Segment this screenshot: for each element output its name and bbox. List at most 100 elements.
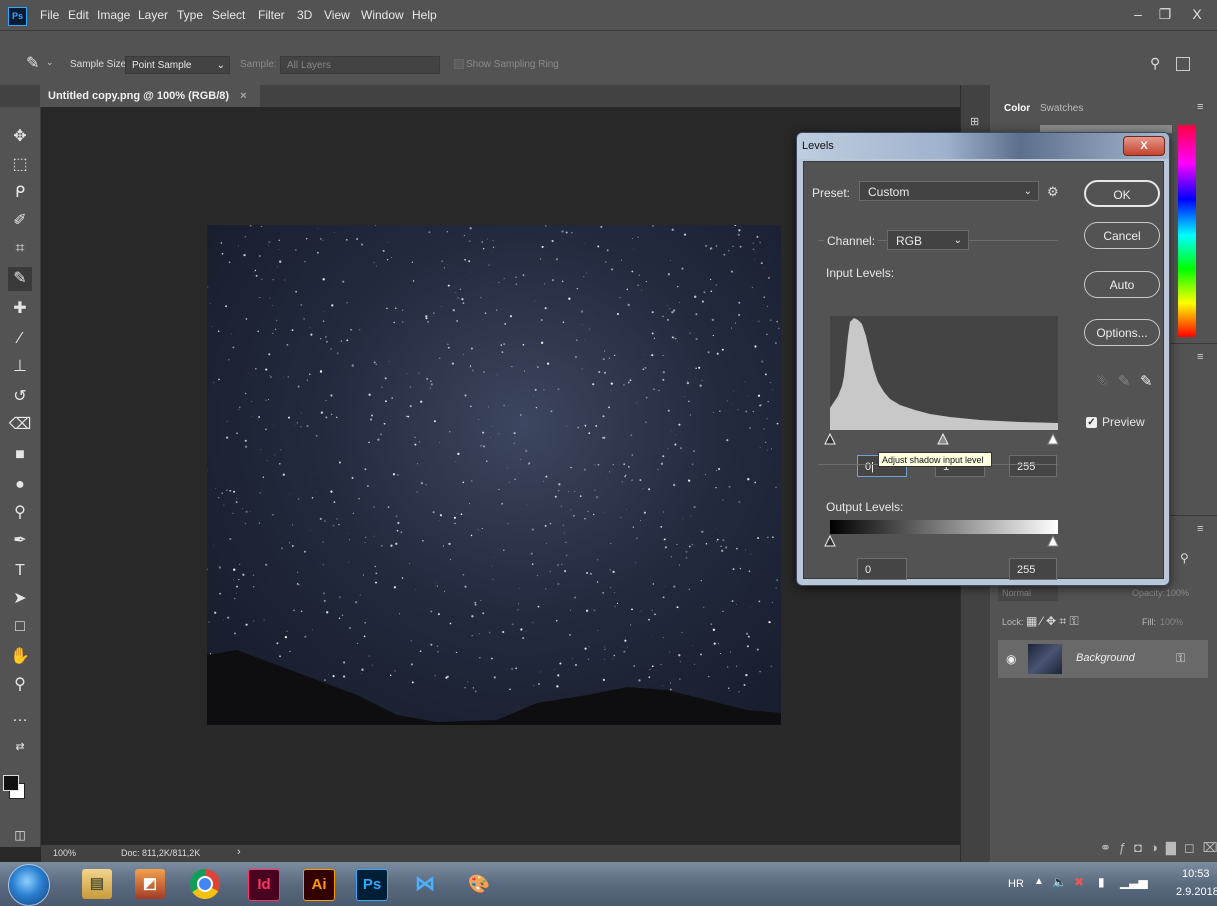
menu-layer[interactable]: Layer <box>138 8 168 22</box>
panel-menu-icon[interactable]: ≡ <box>1197 351 1203 363</box>
brush-tool-icon[interactable]: ⁄ <box>8 327 32 351</box>
tab-color[interactable]: Color <box>1004 103 1030 114</box>
menu-view[interactable]: View <box>324 8 350 22</box>
language-indicator[interactable]: HR <box>1008 878 1024 890</box>
dodge-tool-icon[interactable]: ⚲ <box>8 501 32 525</box>
notification-icon[interactable]: ✖ <box>1074 875 1084 889</box>
lock-icons[interactable]: ▦ ⁄ ✥ ⌗ ⚿ <box>1026 614 1079 629</box>
fill-value[interactable]: 100% <box>1160 617 1183 627</box>
output-highlight-field[interactable]: 255 <box>1009 558 1057 580</box>
crop-tool-icon[interactable]: ⌗ <box>8 237 32 261</box>
show-hidden-icons-icon[interactable]: ▲ <box>1034 876 1044 887</box>
power-icon[interactable]: ▮ <box>1098 875 1105 889</box>
swap-colors-icon[interactable]: ⇄ <box>8 735 32 759</box>
auto-button[interactable]: Auto <box>1084 271 1160 298</box>
color-spectrum-bar[interactable] <box>1178 125 1196 337</box>
menu-window[interactable]: Window <box>361 8 404 22</box>
cancel-button[interactable]: Cancel <box>1084 222 1160 249</box>
chevron-right-icon[interactable]: › <box>237 846 241 858</box>
sample-size-select[interactable]: Point Sample ⌄ <box>125 56 230 74</box>
layer-name[interactable]: Background <box>1076 652 1135 664</box>
layer-actions-icons[interactable]: ⚭ƒ◘◑▇◻⌧ <box>1100 840 1217 856</box>
gradient-tool-icon[interactable]: ■ <box>8 443 32 467</box>
white-point-eyedropper-icon[interactable]: ✎ <box>1140 372 1153 390</box>
history-panel-icon[interactable]: ⊞ <box>970 115 979 128</box>
visual-studio-icon[interactable]: ⋈ <box>410 869 440 899</box>
foreground-color-swatch[interactable] <box>3 775 19 791</box>
sampling-ring-checkbox[interactable] <box>454 59 464 69</box>
levels-dialog-title[interactable]: Levels <box>797 133 1169 159</box>
midtone-input-slider[interactable] <box>937 432 949 445</box>
path-selection-tool-icon[interactable]: ➤ <box>8 587 32 611</box>
visibility-eye-icon[interactable]: ◉ <box>1006 652 1016 666</box>
menu-help[interactable]: Help <box>412 8 437 22</box>
minimize-button[interactable]: – <box>1125 4 1151 24</box>
history-brush-tool-icon[interactable]: ↺ <box>8 385 32 409</box>
highlight-output-slider[interactable] <box>1047 534 1059 547</box>
input-highlight-field[interactable]: 255 <box>1009 455 1057 477</box>
menu-select[interactable]: Select <box>212 8 245 22</box>
menu-file[interactable]: File <box>40 8 59 22</box>
chevron-down-icon[interactable]: ⌄ <box>46 57 54 68</box>
sample-select[interactable]: All Layers <box>280 56 440 74</box>
media-app-icon[interactable]: ◩ <box>135 869 165 899</box>
quick-mask-icon[interactable]: ◫ <box>8 823 32 847</box>
zoom-level[interactable]: 100% <box>53 848 76 858</box>
rectangle-tool-icon[interactable]: □ <box>8 615 32 639</box>
blend-mode-select[interactable]: Normal <box>998 585 1058 601</box>
clock-date[interactable]: 2.9.2018. <box>1176 886 1217 898</box>
search-icon[interactable]: ⚲ <box>1150 55 1160 72</box>
more-tools-icon[interactable]: … <box>8 705 32 729</box>
panel-menu-icon[interactable]: ≡ <box>1197 523 1203 535</box>
preview-checkbox[interactable]: ✓ <box>1086 417 1097 428</box>
black-point-eyedropper-icon[interactable]: ✎ <box>1096 372 1109 390</box>
file-explorer-icon[interactable]: ▤ <box>82 869 112 899</box>
windows-start-button[interactable] <box>8 864 50 906</box>
preset-options-gear-icon[interactable]: ⚙ <box>1047 184 1059 200</box>
move-tool-icon[interactable]: ✥ <box>8 125 32 149</box>
opacity-value[interactable]: 100% <box>1166 588 1189 598</box>
menu-3d[interactable]: 3D <box>297 8 312 22</box>
close-window-button[interactable]: X <box>1184 4 1210 24</box>
gray-point-eyedropper-icon[interactable]: ✎ <box>1118 372 1131 390</box>
tab-swatches[interactable]: Swatches <box>1040 103 1083 114</box>
menu-type[interactable]: Type <box>177 8 203 22</box>
indesign-icon[interactable]: Id <box>248 869 280 901</box>
tab-close-icon[interactable]: × <box>240 90 246 102</box>
clock-time[interactable]: 10:53 <box>1182 868 1210 880</box>
paint-icon[interactable]: 🎨 <box>464 869 494 899</box>
workspace-icon[interactable] <box>1176 57 1190 71</box>
photoshop-taskbar-icon[interactable]: Ps <box>356 869 388 901</box>
lasso-tool-icon[interactable]: ᑭ <box>8 181 32 205</box>
layer-filter-icon[interactable]: ⚲ <box>1180 551 1189 565</box>
eraser-tool-icon[interactable]: ⌫ <box>8 413 32 437</box>
eyedropper-tool-icon[interactable]: ✎ <box>8 267 32 291</box>
zoom-tool-icon[interactable]: ⚲ <box>8 673 32 697</box>
hand-tool-icon[interactable]: ✋ <box>8 645 32 669</box>
clone-stamp-tool-icon[interactable]: ⊥ <box>8 355 32 379</box>
preset-select[interactable]: Custom ⌄ <box>859 181 1039 201</box>
options-button[interactable]: Options... <box>1084 319 1160 346</box>
pen-tool-icon[interactable]: ✒ <box>8 529 32 553</box>
marquee-tool-icon[interactable]: ⬚ <box>8 153 32 177</box>
volume-icon[interactable]: 🔈 <box>1052 875 1067 889</box>
restore-button[interactable]: ❐ <box>1152 4 1178 24</box>
blur-tool-icon[interactable]: ● <box>8 473 32 497</box>
panel-menu-icon[interactable]: ≡ <box>1197 101 1203 113</box>
network-icon[interactable]: ▁▃▅ <box>1120 875 1148 889</box>
menu-filter[interactable]: Filter <box>258 8 285 22</box>
dialog-close-button[interactable]: X <box>1123 136 1165 156</box>
healing-brush-tool-icon[interactable]: ✚ <box>8 297 32 321</box>
quick-selection-tool-icon[interactable]: ✐ <box>8 209 32 233</box>
chrome-icon[interactable] <box>190 869 220 899</box>
document-tab[interactable]: Untitled copy.png @ 100% (RGB/8) × <box>40 85 260 107</box>
channel-select[interactable]: RGB ⌄ <box>887 230 969 250</box>
ok-button[interactable]: OK <box>1084 180 1160 207</box>
shadow-input-slider[interactable] <box>824 432 836 445</box>
illustrator-icon[interactable]: Ai <box>303 869 335 901</box>
photoshop-logo-icon[interactable]: Ps <box>8 7 27 26</box>
menu-image[interactable]: Image <box>97 8 130 22</box>
output-shadow-field[interactable]: 0 <box>857 558 907 580</box>
layer-row-background[interactable]: ◉ Background ⚿ <box>998 640 1208 678</box>
highlight-input-slider[interactable] <box>1047 432 1059 445</box>
